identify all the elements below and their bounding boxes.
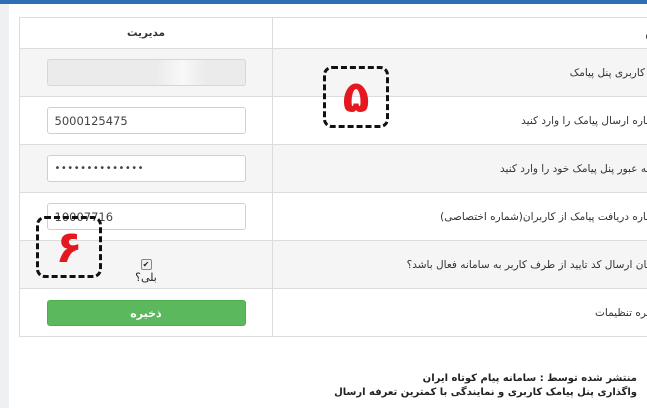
- send-number-input[interactable]: [46, 107, 246, 134]
- username-cell: [19, 48, 273, 97]
- password-label: کلمه عبور پنل پیامک خود را وارد کنید: [272, 144, 647, 193]
- save-button[interactable]: ذخیره: [46, 299, 246, 326]
- table-header-row: نام مدیریت: [19, 17, 647, 49]
- username-input[interactable]: [46, 59, 246, 86]
- password-cell: [19, 144, 273, 193]
- header-name: نام: [272, 17, 647, 49]
- table-row-save: ذخیره تنظیمات ذخیره: [19, 288, 647, 337]
- footer-tagline: واگذاری پنل پیامک کاربری و نمایندگی با ک…: [334, 387, 637, 398]
- table-row-receive-number: شماره دریافت پیامک از کاربران(شماره اختص…: [19, 192, 647, 241]
- annotation-callout-5: ۵: [323, 66, 389, 128]
- footer-publisher: منتشر شده توسط : سامانه پیام کوتاه ایران: [422, 373, 637, 384]
- annotation-callout-6: ۶: [36, 216, 102, 278]
- send-number-cell: [19, 96, 273, 145]
- save-settings-label: ذخیره تنظیمات: [272, 288, 647, 337]
- receive-number-label: شماره دریافت پیامک از کاربران(شماره اختص…: [272, 192, 647, 241]
- table-row-password: کلمه عبور پنل پیامک خود را وارد کنید: [19, 144, 647, 193]
- confirm-checkbox[interactable]: ✔: [140, 259, 152, 270]
- header-management: مدیریت: [19, 17, 273, 49]
- save-cell: ذخیره: [19, 288, 273, 337]
- confirm-checkbox-group: ✔ بلی؟: [135, 259, 157, 284]
- sms-settings-table: نام مدیریت نام کاربری پنل پیامک شماره ار…: [19, 17, 647, 337]
- confirm-checkbox-label: بلی؟: [135, 271, 157, 284]
- confirm-code-label: امکان ارسال کد تایید از طرف کاربر به سام…: [272, 240, 647, 289]
- table-row-confirm-code: امکان ارسال کد تایید از طرف کاربر به سام…: [19, 240, 647, 289]
- top-accent-bar: [0, 0, 647, 4]
- password-input[interactable]: [46, 155, 246, 182]
- left-sidebar-strip: [0, 4, 9, 408]
- footer: منتشر شده توسط : سامانه پیام کوتاه ایران…: [334, 372, 637, 400]
